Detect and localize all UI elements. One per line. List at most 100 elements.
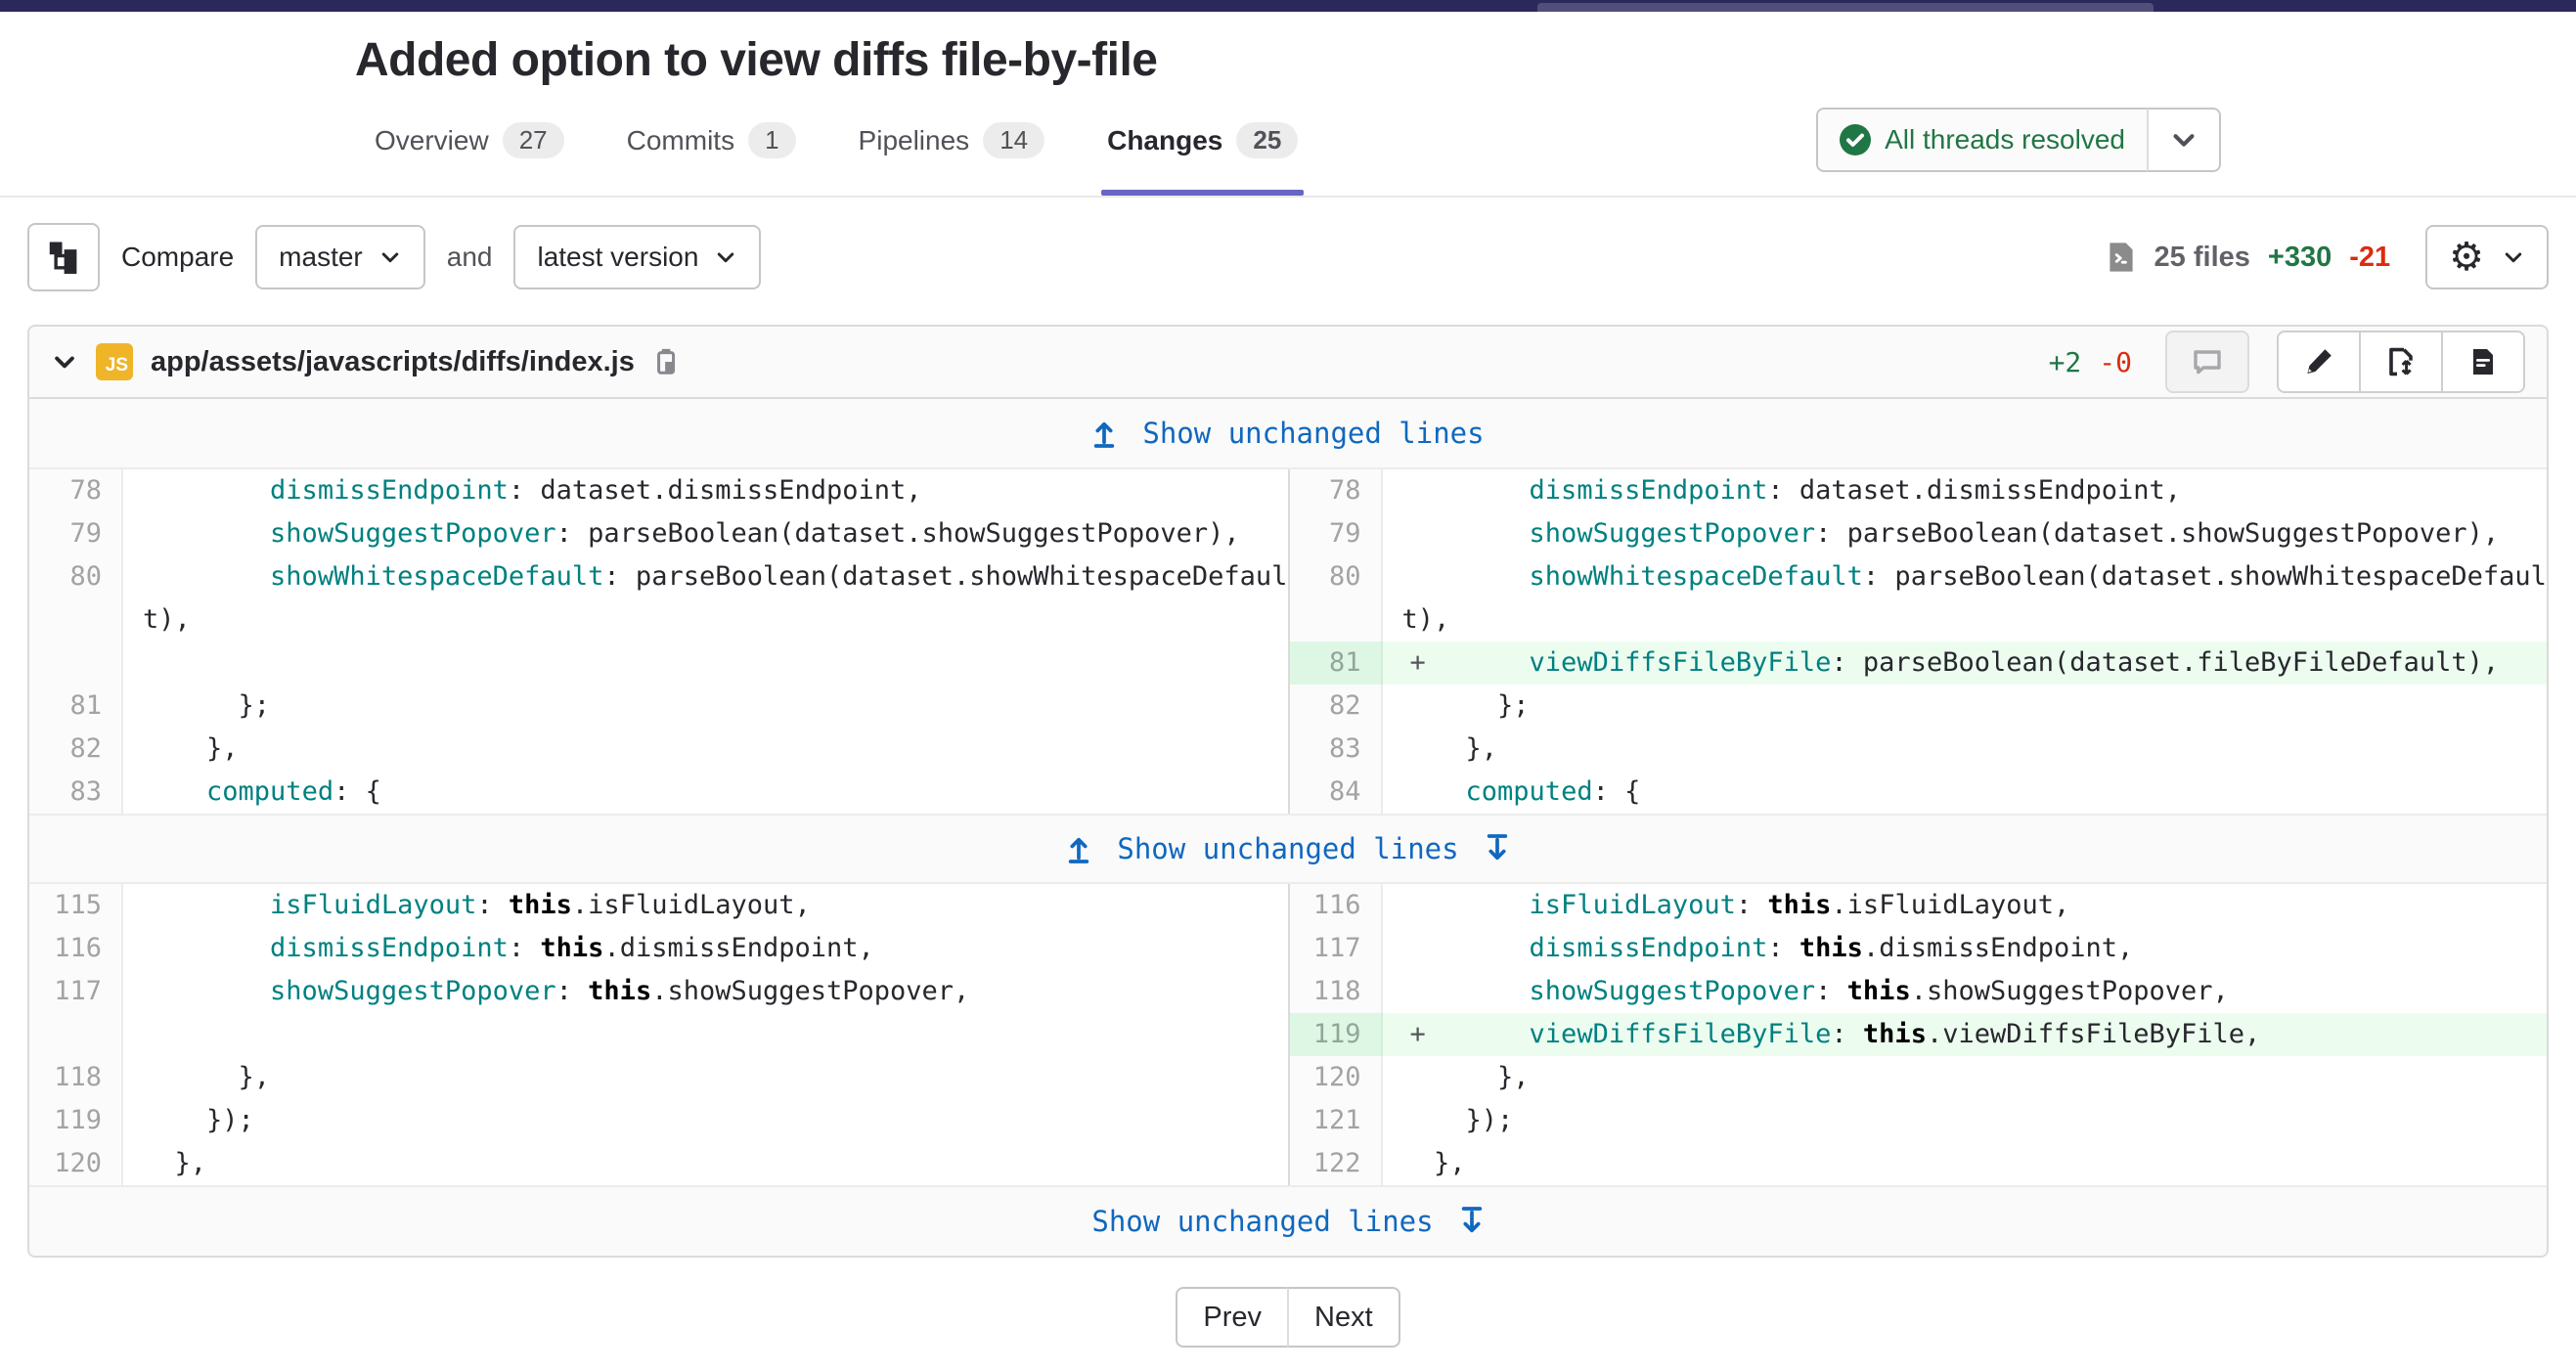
threads-dropdown-toggle[interactable] [2147, 108, 2221, 172]
expander-bottom: Show unchanged lines [29, 1185, 2547, 1256]
tab-overview[interactable]: Overview27 [369, 122, 570, 196]
diff-row: 119 });121 }); [29, 1099, 2547, 1142]
view-file-button[interactable] [2441, 331, 2525, 393]
expander-label: Show unchanged lines [1142, 417, 1484, 450]
code-line: }; [1402, 685, 2528, 728]
line-number[interactable]: 80 [29, 555, 123, 641]
collapse-file-chevron-icon[interactable] [51, 348, 78, 376]
diff-row: 116 dismissEndpoint: this.dismissEndpoin… [29, 927, 2547, 970]
line-number[interactable]: 81 [1288, 641, 1383, 685]
added-line-marker: + [1410, 1013, 1426, 1056]
diff-hunk-2: 115 isFluidLayout: this.isFluidLayout,11… [29, 884, 2547, 1185]
diff-row: 79 showSuggestPopover: parseBoolean(data… [29, 512, 2547, 555]
diff-row: 81 }; 82 }; [29, 685, 2547, 728]
tab-changes[interactable]: Changes25 [1101, 122, 1304, 196]
navbar-search-box[interactable] [1537, 3, 2154, 12]
code-line: dismissEndpoint: this.dismissEndpoint, [1402, 927, 2528, 970]
line-number[interactable]: 78 [1288, 469, 1383, 512]
line-number[interactable]: 82 [1288, 685, 1383, 728]
toggle-comments-button[interactable] [2165, 331, 2249, 393]
file-actions-group [2277, 331, 2525, 393]
file-tree-icon [47, 241, 80, 274]
chevron-down-icon [2502, 245, 2525, 269]
expander-label: Show unchanged lines [1091, 1205, 1433, 1238]
line-number[interactable]: 120 [1288, 1056, 1383, 1099]
show-unchanged-lines-link[interactable]: Show unchanged lines [1091, 1205, 1484, 1238]
compare-versions-button[interactable] [2359, 331, 2443, 393]
code-line: }); [143, 1099, 1268, 1142]
expander-label: Show unchanged lines [1117, 832, 1458, 865]
total-additions: +330 [2268, 242, 2332, 274]
line-number[interactable]: 81 [29, 685, 123, 728]
chevron-down-icon [714, 245, 737, 269]
chevron-down-icon [378, 245, 402, 269]
copy-path-icon[interactable] [652, 347, 682, 376]
show-unchanged-lines-link[interactable]: Show unchanged lines [1066, 832, 1509, 865]
empty-code-placeholder [123, 1013, 1288, 1056]
file-versions-icon [2385, 346, 2417, 377]
line-number[interactable]: 84 [1288, 771, 1383, 814]
line-number[interactable]: 120 [29, 1142, 123, 1185]
line-number[interactable]: 119 [29, 1099, 123, 1142]
line-number[interactable]: 83 [1288, 728, 1383, 771]
code-line: isFluidLayout: this.isFluidLayout, [1402, 884, 2528, 927]
expand-up-icon [1066, 834, 1091, 863]
line-number[interactable]: 118 [1288, 970, 1383, 1013]
line-number[interactable]: 122 [1288, 1142, 1383, 1185]
file-pagination: Prev Next [0, 1287, 2576, 1348]
line-number[interactable]: 80 [1288, 555, 1383, 641]
code-line: }, [143, 1142, 1268, 1185]
all-threads-resolved-button[interactable]: All threads resolved [1816, 108, 2149, 172]
file-tree-toggle-button[interactable] [27, 223, 100, 291]
code-line: }; [143, 685, 1268, 728]
line-number[interactable]: 79 [1288, 512, 1383, 555]
code-line: }, [1402, 1056, 2528, 1099]
diff-settings-button[interactable]: ⚙ [2425, 225, 2549, 289]
page-title: Added option to view diffs file-by-file [355, 33, 2221, 87]
code-line: }, [1402, 1142, 2528, 1185]
tab-count-badge: 14 [983, 122, 1044, 158]
line-number[interactable]: 83 [29, 771, 123, 814]
tab-pipelines[interactable]: Pipelines14 [853, 122, 1051, 196]
code-line: showSuggestPopover: this.showSuggestPopo… [1402, 970, 2528, 1013]
edit-file-button[interactable] [2277, 331, 2361, 393]
diff-stats: 25 files +330 -21 [2106, 242, 2391, 274]
code-line: }, [143, 1056, 1268, 1099]
code-line: computed: { [143, 771, 1268, 814]
line-number[interactable]: 116 [1288, 884, 1383, 927]
line-number[interactable]: 79 [29, 512, 123, 555]
line-number[interactable]: 82 [29, 728, 123, 771]
tab-commits[interactable]: Commits 1 [621, 122, 802, 196]
line-number[interactable]: 117 [29, 970, 123, 1013]
diff-file-card: JS app/assets/javascripts/diffs/index.js… [27, 325, 2549, 1258]
file-path[interactable]: app/assets/javascripts/diffs/index.js [151, 346, 635, 378]
next-file-button[interactable]: Next [1287, 1287, 1400, 1348]
code-line: showWhitespaceDefault: parseBoolean(data… [1402, 555, 2528, 598]
threads-resolved-label: All threads resolved [1885, 124, 2125, 155]
line-number[interactable]: 117 [1288, 927, 1383, 970]
code-line: computed: { [1402, 771, 2528, 814]
source-branch-dropdown[interactable]: master [255, 225, 425, 289]
target-version-dropdown[interactable]: latest version [513, 225, 761, 289]
code-line: t), [1402, 598, 2528, 641]
expand-up-icon [1091, 419, 1117, 448]
diff-row: 120 }, 122 }, [29, 1142, 2547, 1185]
diff-row: 115 isFluidLayout: this.isFluidLayout, 11… [29, 884, 2547, 927]
line-number[interactable]: 116 [29, 927, 123, 970]
prev-file-button[interactable]: Prev [1176, 1287, 1289, 1348]
source-branch-value: master [279, 242, 363, 273]
tab-label: Commits [627, 125, 734, 156]
line-number[interactable]: 118 [29, 1056, 123, 1099]
tab-count-badge: 1 [748, 122, 795, 158]
line-number[interactable]: 121 [1288, 1099, 1383, 1142]
line-number[interactable]: 115 [29, 884, 123, 927]
show-unchanged-lines-link[interactable]: Show unchanged lines [1091, 417, 1484, 450]
file-code-icon [2106, 242, 2137, 273]
diff-row: 82 },83 }, [29, 728, 2547, 771]
line-number[interactable]: 119 [1288, 1013, 1383, 1056]
code-line: showSuggestPopover: this.showSuggestPopo… [143, 970, 1268, 1013]
code-line: dismissEndpoint: this.dismissEndpoint, [143, 927, 1268, 970]
code-line: showWhitespaceDefault: parseBoolean(data… [143, 555, 1268, 598]
gear-icon: ⚙ [2449, 238, 2484, 277]
line-number[interactable]: 78 [29, 469, 123, 512]
